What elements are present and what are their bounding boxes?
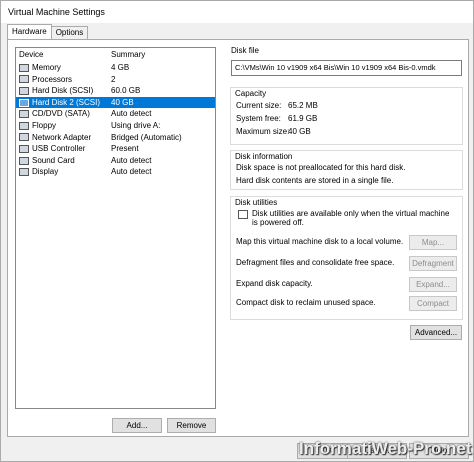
network-adapter-icon [19, 133, 29, 142]
disk-info-preallocation: Disk space is not preallocated for this … [236, 163, 406, 172]
memory-icon [19, 63, 29, 72]
device-name: USB Controller [32, 144, 86, 154]
device-name: Processors [32, 74, 73, 84]
disk-information-group: Disk information Disk space is not preal… [230, 150, 463, 190]
hard-disk-icon [19, 86, 29, 95]
device-row[interactable]: CD/DVD (SATA) Auto detect [16, 108, 215, 120]
window-title: Virtual Machine Settings [8, 7, 105, 17]
disk-utilities-title: Disk utilities [235, 198, 278, 207]
device-cell: USB Controller [19, 143, 111, 155]
tab-options[interactable]: Options [50, 26, 89, 39]
device-name: Sound Card [32, 155, 75, 165]
maximum-size-label: Maximum size: [236, 127, 290, 136]
disk-info-single-file: Hard disk contents are stored in a singl… [236, 176, 394, 185]
defragment-description: Defragment files and consolidate free sp… [236, 258, 395, 267]
current-size-label: Current size: [236, 101, 282, 110]
tab-strip: Hardware Options [7, 24, 89, 39]
device-cell: CD/DVD (SATA) [19, 108, 111, 120]
device-summary: Auto detect [111, 155, 152, 165]
remove-button[interactable]: Remove [167, 418, 216, 433]
device-cell: Network Adapter [19, 132, 111, 144]
map-description: Map this virtual machine disk to a local… [236, 237, 404, 246]
add-button[interactable]: Add... [112, 418, 162, 433]
device-cell: Hard Disk 2 (SCSI) [19, 97, 111, 109]
device-summary: Using drive A: [111, 120, 161, 130]
system-free-label: System free: [236, 114, 281, 123]
device-row[interactable]: Sound Card Auto detect [16, 155, 215, 167]
device-name: Network Adapter [32, 132, 92, 142]
disk-file-title: Disk file [231, 46, 260, 55]
advanced-button[interactable]: Advanced... [410, 325, 462, 340]
device-row[interactable]: Hard Disk (SCSI) 60.0 GB [16, 85, 215, 97]
device-row[interactable]: Display Auto detect [16, 166, 215, 178]
watermark-logo: InformatiWeb-Pro.net [299, 439, 472, 458]
disk-file-group: Disk file C:\VMs\Win 10 v1909 x64 Bis\Wi… [230, 46, 463, 84]
processor-icon [19, 75, 29, 84]
device-summary: 2 [111, 74, 116, 84]
disk-file-path-field[interactable]: C:\VMs\Win 10 v1909 x64 Bis\Win 10 v1909… [231, 60, 462, 76]
capacity-title: Capacity [235, 89, 267, 98]
device-row[interactable]: Network Adapter Bridged (Automatic) [16, 132, 215, 144]
title-bar: Virtual Machine Settings [1, 1, 473, 23]
device-name: Floppy [32, 120, 57, 130]
device-row[interactable]: Floppy Using drive A: [16, 120, 215, 132]
device-summary: 40 GB [111, 97, 134, 107]
device-name: Memory [32, 63, 61, 72]
defragment-button[interactable]: Defragment [409, 256, 457, 271]
column-header-device[interactable]: Device [19, 48, 111, 62]
device-cell: Display [19, 166, 111, 178]
map-button[interactable]: Map... [409, 235, 457, 250]
device-list[interactable]: Device Summary Memory 4 GB Processors 2 Hard… [15, 47, 216, 409]
device-cell: Hard Disk (SCSI) [19, 85, 111, 97]
device-summary: 4 GB [111, 63, 130, 72]
device-name: CD/DVD (SATA) [32, 109, 90, 119]
floppy-icon [19, 121, 29, 130]
disk-information-title: Disk information [235, 152, 293, 161]
device-name: Display [32, 167, 59, 177]
disk-utilities-group: Disk utilities Disk utilities are availa… [230, 196, 463, 320]
device-row[interactable]: Memory 4 GB [16, 62, 215, 74]
sound-card-icon [19, 156, 29, 165]
current-size-value: 65.2 MB [288, 101, 318, 110]
device-summary: Bridged (Automatic) [111, 132, 182, 142]
device-cell: Processors [19, 74, 111, 86]
list-header: Device Summary [16, 48, 215, 62]
device-cell: Sound Card [19, 155, 111, 167]
hard-disk-icon [19, 98, 29, 107]
hardware-panel: Device Summary Memory 4 GB Processors 2 Hard… [7, 39, 469, 437]
compact-description: Compact disk to reclaim unused space. [236, 298, 376, 307]
expand-button[interactable]: Expand... [409, 277, 457, 292]
device-row[interactable]: USB Controller Present [16, 143, 215, 155]
device-summary: Auto detect [111, 167, 152, 177]
disk-utilities-notice: Disk utilities are available only when t… [252, 209, 450, 227]
device-name: Hard Disk (SCSI) [32, 86, 94, 96]
display-icon [19, 168, 29, 177]
capacity-group: Capacity Current size: 65.2 MB System fr… [230, 87, 463, 145]
device-summary: 60.0 GB [111, 86, 141, 96]
device-summary: Present [111, 144, 139, 154]
device-summary: Auto detect [111, 109, 152, 119]
column-header-summary[interactable]: Summary [111, 48, 145, 62]
maximum-size-value: 40 GB [288, 127, 311, 136]
device-rows: Memory 4 GB Processors 2 Hard Disk (SCSI) 60.… [16, 62, 215, 178]
system-free-value: 61.9 GB [288, 114, 318, 123]
device-name: Hard Disk 2 (SCSI) [32, 97, 101, 107]
settings-window: Virtual Machine Settings Hardware Option… [0, 0, 474, 462]
cd-dvd-icon [19, 110, 29, 119]
device-cell: Floppy [19, 120, 111, 132]
usb-icon [19, 144, 29, 153]
compact-button[interactable]: Compact [409, 296, 457, 311]
monitor-info-icon [238, 210, 248, 219]
device-row[interactable]: Hard Disk 2 (SCSI) 40 GB [16, 96, 215, 109]
expand-description: Expand disk capacity. [236, 279, 313, 288]
device-row[interactable]: Processors 2 [16, 74, 215, 86]
device-cell: Memory [19, 62, 111, 74]
tab-hardware[interactable]: Hardware [7, 24, 52, 39]
